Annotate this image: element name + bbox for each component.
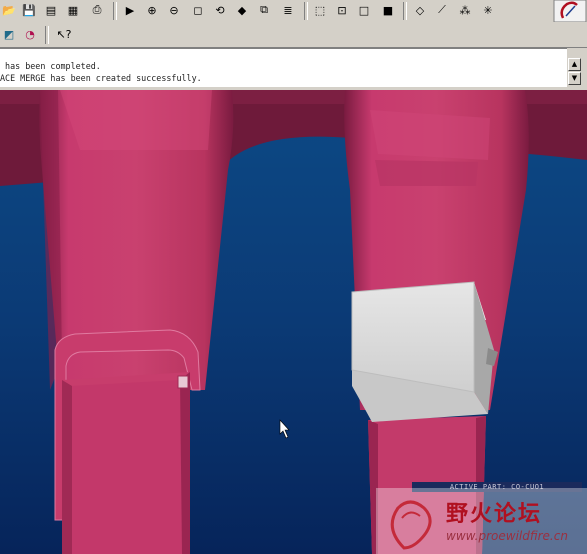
select-icon[interactable]: ◩ [0,25,18,43]
save-icon[interactable]: 💾 [20,1,38,19]
message-line: has been completed. [0,61,101,71]
spin-center-icon[interactable]: ◔ [21,25,39,43]
open-file-icon[interactable]: 📂 [0,1,18,19]
watermark-url: www.proewildfire.cn [446,529,568,543]
datum-axis-icon[interactable]: ⟋ [433,1,451,19]
view-manager-icon[interactable]: ⧉ [255,1,273,19]
message-area: has been completed. ACE MERGE has been c… [0,48,567,87]
datum-point-icon[interactable]: ⁂ [456,1,474,19]
coordinate-system-icon[interactable]: ✳ [479,1,497,19]
saved-view-icon[interactable]: ◆ [233,1,251,19]
shading-icon[interactable]: ■ [379,1,397,19]
wireframe-icon[interactable]: ⬚ [311,1,329,19]
repaint-icon[interactable]: ▶ [121,1,139,19]
multi-window-icon[interactable]: ▦ [64,1,82,19]
main-toolbar: 📂 💾 ▤ ▦ ⎙ ▶ ⊕ ⊖ ◻ ⟲ ◆ ⧉ ≣ ⬚ ⊡ □ ■ ◇ ⟋ ⁂ … [0,0,587,23]
secondary-toolbar: ◩ ◔ ↖? [0,22,587,48]
datum-plane-icon[interactable]: ◇ [411,1,429,19]
toolbar-separator [113,2,117,20]
zoom-out-icon[interactable]: ⊖ [165,1,183,19]
hidden-line-icon[interactable]: ⊡ [333,1,351,19]
window-edge [581,48,587,90]
watermark-title: 野火论坛 [446,501,543,527]
scroll-down-icon[interactable]: ▼ [568,72,581,85]
message-line: ACE MERGE has been created successfully. [0,73,202,83]
zoom-in-icon[interactable]: ⊕ [143,1,161,19]
context-help-icon[interactable]: ↖? [53,25,75,43]
scroll-up-icon[interactable]: ▲ [568,58,581,71]
print-icon[interactable]: ⎙ [88,1,106,19]
toolbar-separator [304,2,308,20]
save-copy-icon[interactable]: ▤ [42,1,60,19]
orient-icon[interactable]: ⟲ [211,1,229,19]
app-logo-icon [553,0,587,23]
refit-icon[interactable]: ◻ [189,1,207,19]
layer-icon[interactable]: ≣ [279,1,297,19]
no-hidden-icon[interactable]: □ [355,1,373,19]
message-scrollbar[interactable]: ▲ ▼ [567,48,581,86]
toolbar-separator [403,2,407,20]
toolbar-separator [45,26,49,44]
